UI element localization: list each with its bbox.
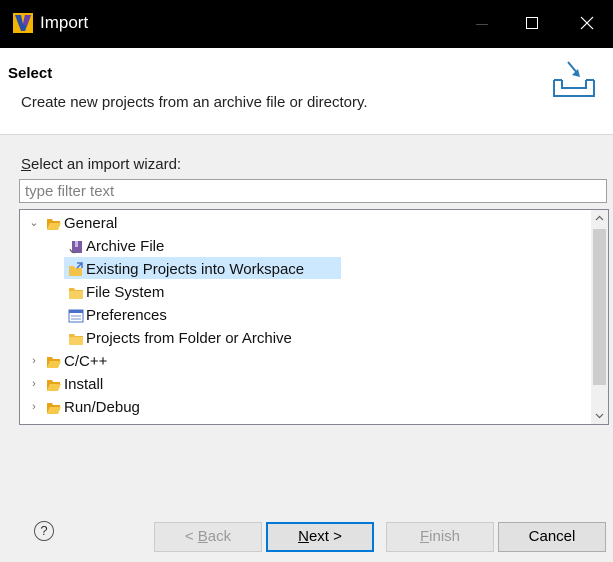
tree-item-label: Existing Projects into Workspace [86,261,305,278]
folder-open-icon [47,357,61,368]
page-description: Create new projects from an archive file… [21,94,368,111]
scroll-up-icon[interactable] [591,210,608,227]
folder-icon [69,334,83,345]
folder-open-icon [47,403,61,414]
scroll-down-icon[interactable] [591,407,608,424]
tree-item-label: Archive File [86,238,165,255]
folder-open-icon [47,219,61,230]
tree-item-label: General [64,215,118,232]
archive-icon [69,241,82,254]
tree-item-label: Projects from Folder or Archive [86,330,292,347]
chevron-right-icon[interactable]: › [28,373,40,396]
tree-item-label: Preferences [86,307,167,324]
close-icon [580,16,594,30]
app-logo-icon [13,13,33,33]
window-title: Import [40,13,89,32]
vertical-scrollbar[interactable] [591,210,608,424]
tree-item-label: Run/Debug [64,399,140,416]
cancel-button[interactable]: Cancel [498,522,606,552]
tree-item-label: File System [86,284,165,301]
wizard-header: Select Create new projects from an archi… [0,48,613,135]
select-wizard-label: Select an import wizard: [21,156,182,173]
chevron-right-icon[interactable]: › [28,350,40,373]
finish-button[interactable]: Finish [386,522,494,552]
projects-folder-icon [69,262,83,276]
import-banner-icon [553,61,595,97]
minimize-button[interactable] [460,0,506,48]
tree-item-label: C/C++ [64,353,108,370]
help-button[interactable]: ? [34,521,54,541]
preferences-icon [68,309,84,323]
chevron-right-icon[interactable]: › [28,396,40,419]
close-button[interactable] [566,0,612,48]
next-button[interactable]: Next > [266,522,374,552]
folder-open-icon [47,380,61,391]
tree-item-label: Install [64,376,104,393]
filter-input[interactable] [19,179,607,203]
folder-icon [69,288,83,299]
maximize-button[interactable] [510,0,556,48]
page-title: Select [8,65,53,82]
scrollbar-thumb[interactable] [593,229,606,385]
title-bar: Import [0,0,613,48]
back-button[interactable]: < Back [154,522,262,552]
wizard-tree[interactable]: ⌄ General Archive File Existing Projects… [19,209,609,425]
chevron-down-icon[interactable]: ⌄ [28,212,40,235]
